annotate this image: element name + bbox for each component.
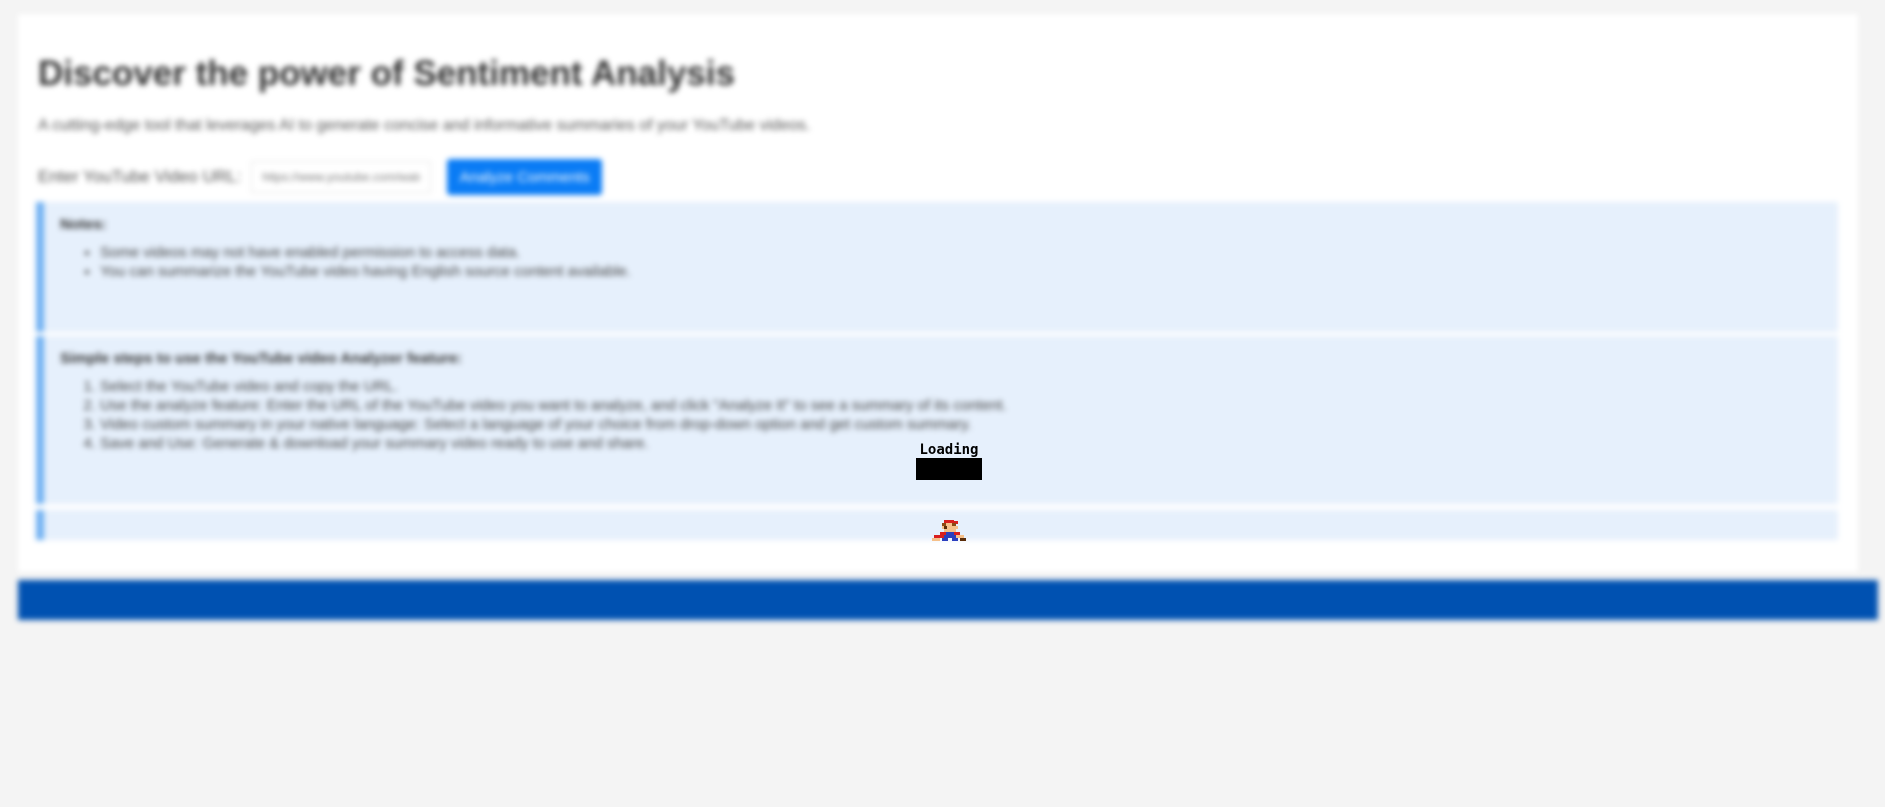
notes-list: Some videos may not have enabled permiss… (60, 243, 1822, 281)
steps-heading: Simple steps to use the YouTube video An… (60, 350, 463, 367)
blurred-background: Discover the power of Sentiment Analysis… (0, 0, 1885, 807)
steps-item: Use the analyze feature: Enter the URL o… (100, 396, 1822, 415)
notes-item: You can summarize the YouTube video havi… (100, 262, 1822, 281)
page-title: Discover the power of Sentiment Analysis (38, 54, 735, 93)
page-subtitle: A cutting-edge tool that leverages AI to… (38, 117, 811, 134)
steps-item: Video custom summary in your native lang… (100, 415, 1822, 434)
notes-box: Notes: Some videos may not have enabled … (36, 202, 1838, 332)
url-input[interactable] (251, 161, 432, 193)
url-label: Enter YouTube Video URL: (38, 167, 242, 186)
loading-indicator: Loading (916, 442, 982, 480)
analyze-comments-button[interactable]: Analyze Comments (447, 159, 603, 195)
footer-bar (18, 580, 1878, 620)
page: Discover the power of Sentiment Analysis… (0, 0, 1885, 807)
steps-item: Select the YouTube video and copy the UR… (100, 377, 1822, 396)
notes-item: Some videos may not have enabled permiss… (100, 243, 1822, 262)
loading-bar (916, 458, 982, 480)
main-card: Discover the power of Sentiment Analysis… (18, 14, 1858, 572)
notes-heading: Notes: (60, 216, 107, 233)
loading-text: Loading (919, 442, 979, 458)
url-form: Enter YouTube Video URL: Analyze Comment… (38, 158, 603, 196)
mario-sprite-icon (932, 520, 966, 541)
